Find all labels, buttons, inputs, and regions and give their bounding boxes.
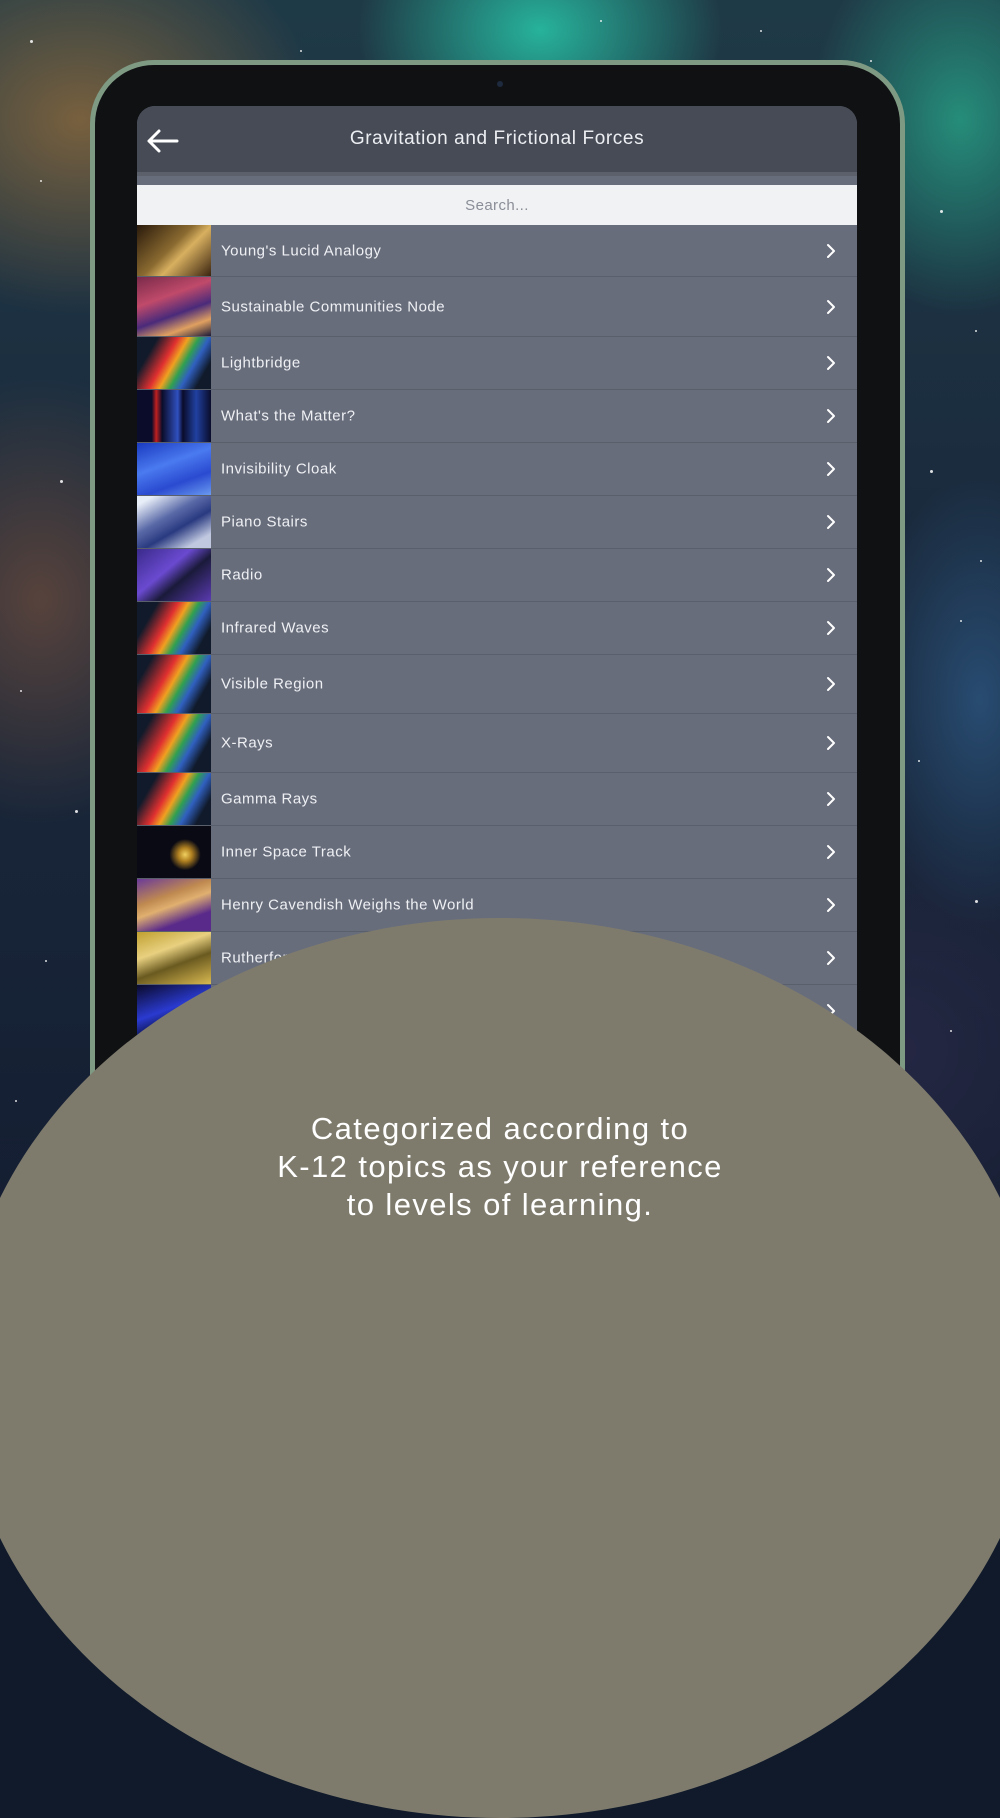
item-label: Invisibility Cloak [221, 460, 337, 478]
star [60, 480, 63, 483]
star [870, 60, 872, 62]
item-label: Henry Cavendish Weighs the World [221, 896, 475, 914]
item-label: X-Rays [221, 734, 274, 752]
list-item[interactable]: Gamma Rays [137, 773, 857, 826]
item-thumbnail [137, 655, 211, 713]
item-thumbnail [137, 549, 211, 601]
chevron-right-icon [827, 243, 835, 258]
promo-line: Categorized according to [310, 1111, 690, 1146]
promo-bubble-base [0, 1240, 1000, 1334]
star [600, 20, 602, 22]
chevron-right-icon [827, 621, 835, 635]
chevron-right-icon [827, 845, 835, 859]
star [300, 50, 302, 52]
star [40, 180, 42, 182]
list-item[interactable]: Young's Lucid Analogy [137, 225, 857, 277]
list-item[interactable]: Sustainable Communities Node [137, 277, 857, 337]
item-label: Gamma Rays [221, 790, 318, 808]
back-button[interactable] [145, 126, 181, 156]
list-item[interactable]: Inner Space Track [137, 826, 857, 879]
item-label: What's the Matter? [221, 407, 356, 425]
item-thumbnail [137, 714, 211, 772]
list-item[interactable]: What's the Matter? [137, 390, 857, 443]
item-thumbnail [137, 277, 211, 336]
camera-icon [497, 81, 503, 87]
chevron-right-icon [827, 951, 835, 965]
star [940, 210, 943, 213]
item-thumbnail [137, 602, 211, 654]
chevron-right-icon [827, 736, 835, 750]
star [75, 810, 78, 813]
item-label: Sustainable Communities Node [221, 298, 446, 315]
chevron-right-icon [827, 356, 835, 370]
star [45, 960, 47, 962]
item-thumbnail [137, 496, 211, 548]
list-item[interactable]: Visible Region [137, 655, 857, 714]
star [975, 330, 977, 332]
search-input[interactable] [137, 185, 857, 225]
star [980, 560, 982, 562]
item-label: Piano Stairs [221, 513, 308, 531]
list-item[interactable]: Invisibility Cloak [137, 443, 857, 496]
item-thumbnail [137, 773, 211, 825]
item-thumbnail [137, 225, 211, 276]
item-label: Lightbridge [221, 354, 301, 372]
chevron-right-icon [827, 299, 835, 314]
item-label: Radio [221, 566, 263, 584]
star [918, 760, 920, 762]
item-thumbnail [137, 826, 211, 878]
item-thumbnail [137, 932, 211, 984]
star [30, 40, 33, 43]
page-title: Gravitation and Frictional Forces [349, 128, 645, 149]
chevron-right-icon [827, 677, 835, 691]
item-thumbnail [137, 443, 211, 495]
item-label: Visible Region [221, 675, 324, 693]
item-thumbnail [137, 390, 211, 442]
promo-caption: Categorized according to K-12 topics as … [150, 1110, 850, 1224]
item-thumbnail [137, 337, 211, 389]
item-label: Infrared Waves [221, 619, 330, 637]
promo-line: K-12 topics as your reference [277, 1149, 723, 1184]
star [960, 620, 962, 622]
item-label: Inner Space Track [221, 843, 352, 861]
item-thumbnail [137, 879, 211, 931]
list-item[interactable]: X-Rays [137, 714, 857, 773]
star [975, 900, 978, 903]
star [15, 1100, 17, 1102]
list-item[interactable]: Lightbridge [137, 337, 857, 390]
chevron-right-icon [827, 792, 835, 806]
chevron-right-icon [827, 568, 835, 582]
chevron-right-icon [827, 462, 835, 476]
chevron-right-icon [827, 898, 835, 912]
promo-bubble [0, 918, 1000, 1818]
star [760, 30, 762, 32]
star [950, 1030, 952, 1032]
item-label: Young's Lucid Analogy [221, 242, 382, 259]
star [20, 690, 22, 692]
star [930, 470, 933, 473]
chevron-right-icon [827, 409, 835, 423]
chevron-right-icon [827, 515, 835, 529]
list-item[interactable]: Radio [137, 549, 857, 602]
list-item[interactable]: Infrared Waves [137, 602, 857, 655]
list-item[interactable]: Piano Stairs [137, 496, 857, 549]
arrow-left-icon [147, 129, 179, 153]
navigation-bar: Gravitation and Frictional Forces [137, 106, 857, 176]
promo-line: to levels of learning. [346, 1187, 654, 1222]
